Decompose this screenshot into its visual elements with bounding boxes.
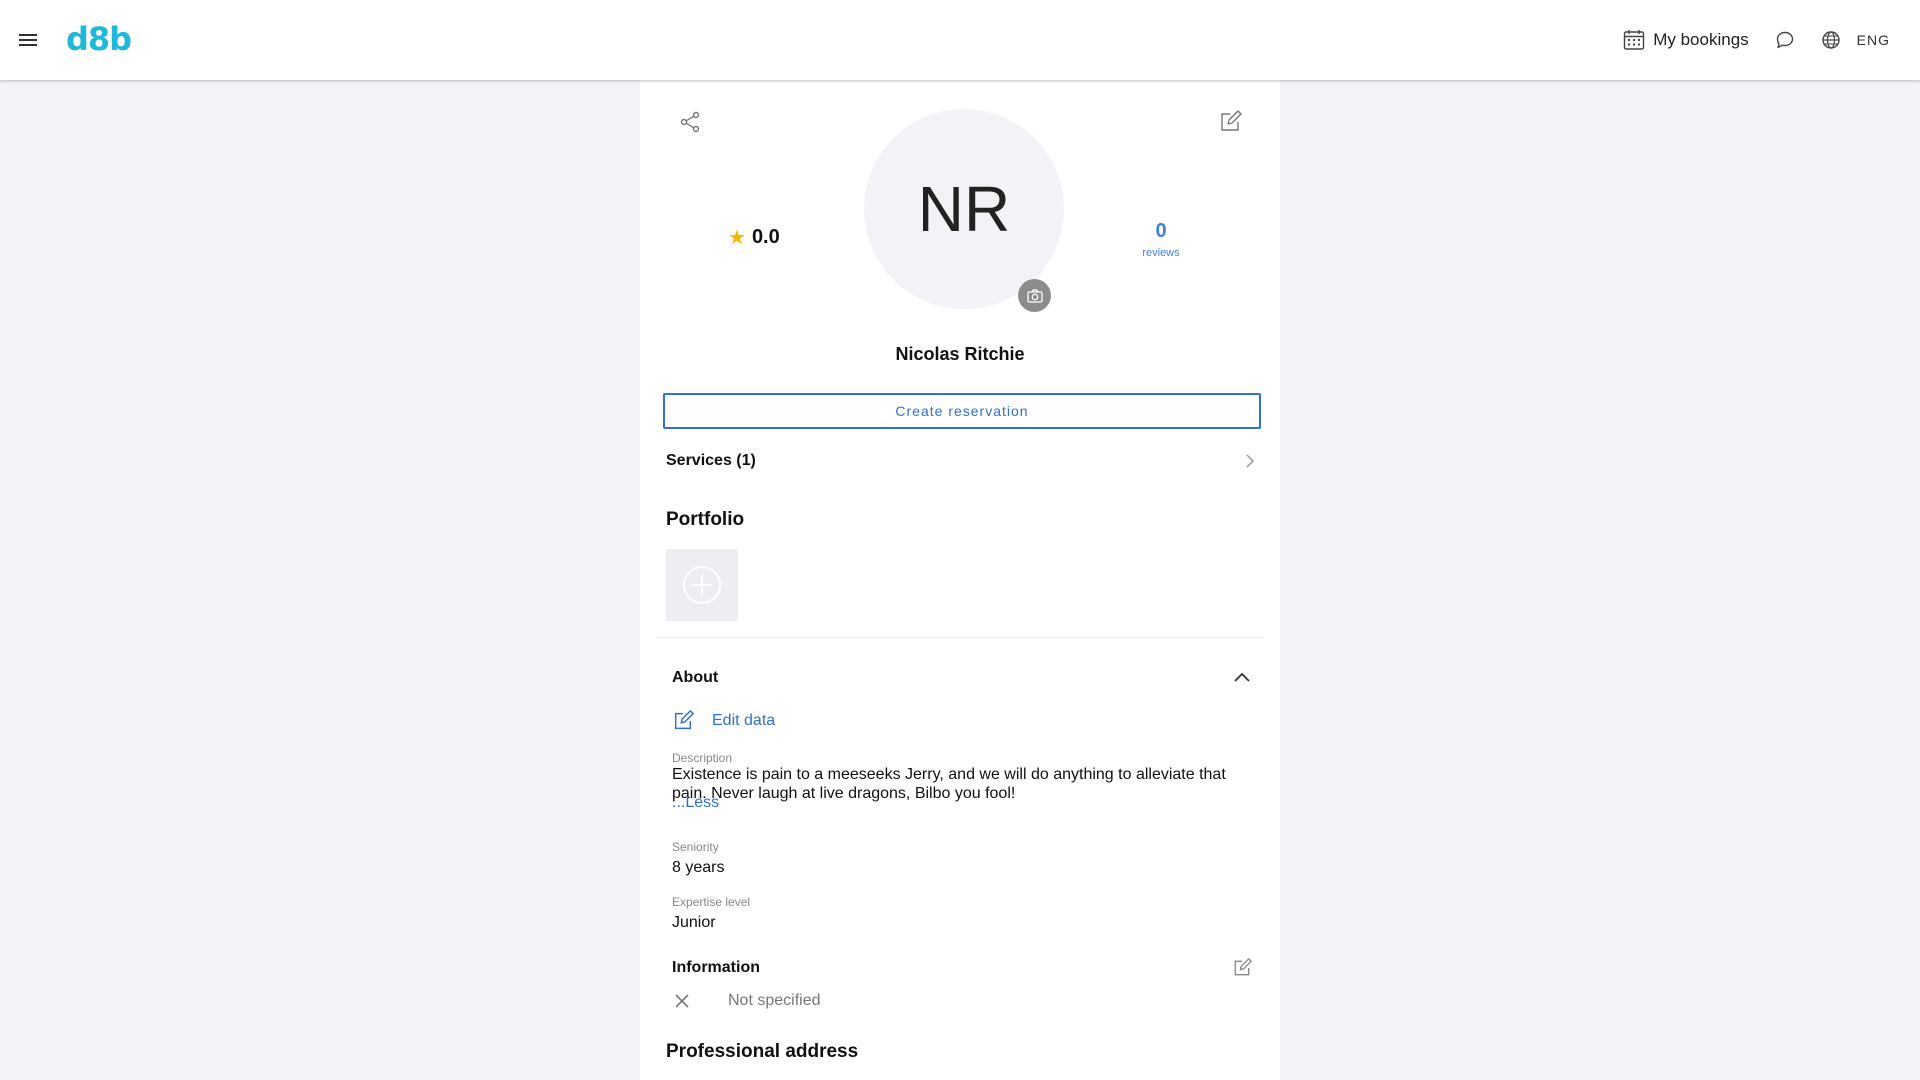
edit-icon	[674, 710, 694, 730]
edit-data-label: Edit data	[712, 712, 776, 729]
divider	[656, 637, 1264, 638]
information-value: Not specified	[728, 992, 821, 1009]
services-label: Services (1)	[666, 452, 756, 469]
seniority-value: 8 years	[672, 859, 725, 876]
language-selector[interactable]: ENG	[1857, 32, 1890, 48]
expertise-value: Junior	[672, 914, 716, 931]
description-label: Description	[672, 751, 733, 765]
avatar-initials: NR	[917, 173, 1011, 245]
camera-icon[interactable]	[1018, 279, 1051, 312]
seniority-label: Seniority	[672, 840, 719, 854]
portfolio-title: Portfolio	[666, 509, 745, 530]
edit-data-link[interactable]: Edit data	[672, 710, 775, 732]
information-title: Information	[672, 959, 760, 976]
close-icon	[675, 994, 689, 1008]
chat-icon[interactable]	[1775, 30, 1795, 50]
reviews-count: 0	[1155, 220, 1167, 242]
logo[interactable]: d8b	[66, 20, 132, 58]
edit-information-icon[interactable]	[1232, 958, 1252, 978]
my-bookings-label: My bookings	[1653, 30, 1749, 49]
create-reservation-button[interactable]: Create reservation	[663, 393, 1261, 429]
professional-address-title: Professional address	[666, 1041, 859, 1062]
plus-circle-icon	[683, 566, 721, 604]
reviews-link[interactable]: 0 reviews	[1120, 220, 1202, 259]
top-bar: d8b My bookings ENG	[0, 0, 1920, 80]
my-bookings-link[interactable]: My bookings	[1623, 29, 1749, 51]
about-title: About	[672, 669, 719, 686]
reviews-label: reviews	[1142, 247, 1180, 259]
share-icon[interactable]	[678, 110, 702, 139]
rating-value: 0.0	[751, 226, 780, 248]
chevron-right-icon	[1246, 454, 1255, 468]
profile-name: Nicolas Ritchie	[895, 344, 1025, 364]
star-icon: ★	[728, 227, 746, 249]
less-link[interactable]: ...Less	[672, 794, 719, 812]
globe-icon[interactable]	[1821, 30, 1841, 50]
about-section-header[interactable]: About	[672, 668, 1252, 688]
rating: ★ 0.0	[728, 225, 780, 250]
calendar-icon	[1624, 30, 1645, 50]
profile-panel: NR ★ 0.0 0 reviews Nicolas Ritchie Creat…	[640, 80, 1280, 1080]
edit-profile-icon[interactable]	[1218, 110, 1242, 139]
add-portfolio-button[interactable]	[666, 549, 738, 621]
chevron-up-icon	[1234, 672, 1250, 682]
expertise-label: Expertise level	[672, 895, 751, 909]
services-row[interactable]: Services (1)	[666, 446, 1258, 476]
hamburger-menu-icon[interactable]	[16, 28, 40, 52]
description-value: Existence is pain to a meeseeks Jerry, a…	[672, 766, 1226, 802]
information-header: Information	[672, 958, 1252, 978]
information-row: Not specified	[674, 992, 821, 1010]
